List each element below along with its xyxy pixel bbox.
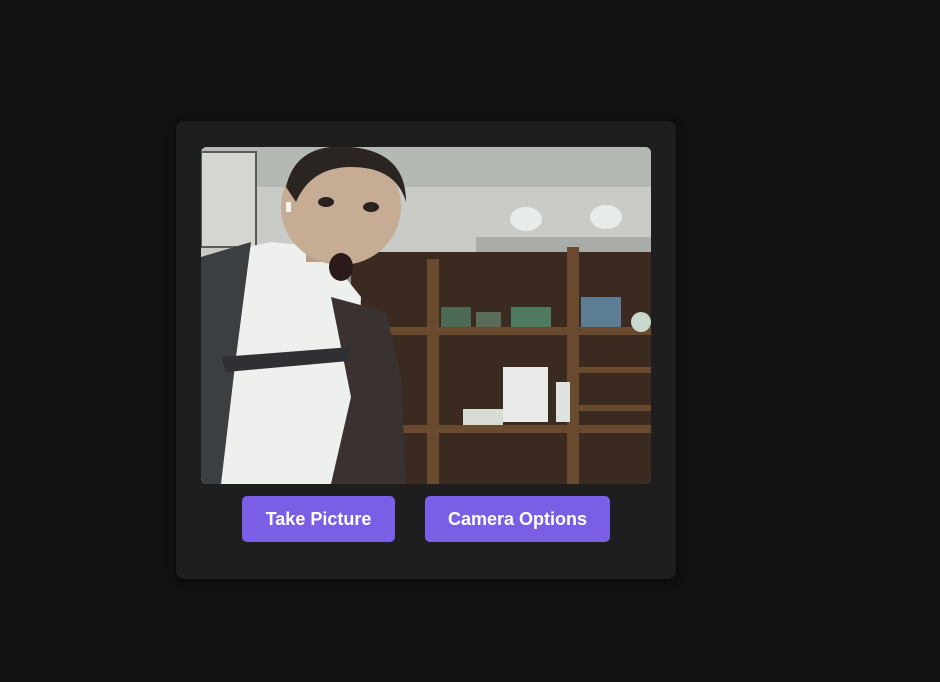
- take-picture-button[interactable]: Take Picture: [242, 496, 395, 542]
- camera-controls: Take Picture Camera Options: [176, 496, 676, 542]
- camera-preview: [201, 147, 651, 484]
- page: Take Picture Camera Options: [0, 0, 940, 682]
- camera-card: Take Picture Camera Options: [176, 121, 676, 579]
- camera-options-button[interactable]: Camera Options: [425, 496, 610, 542]
- camera-feed-image: [201, 147, 651, 484]
